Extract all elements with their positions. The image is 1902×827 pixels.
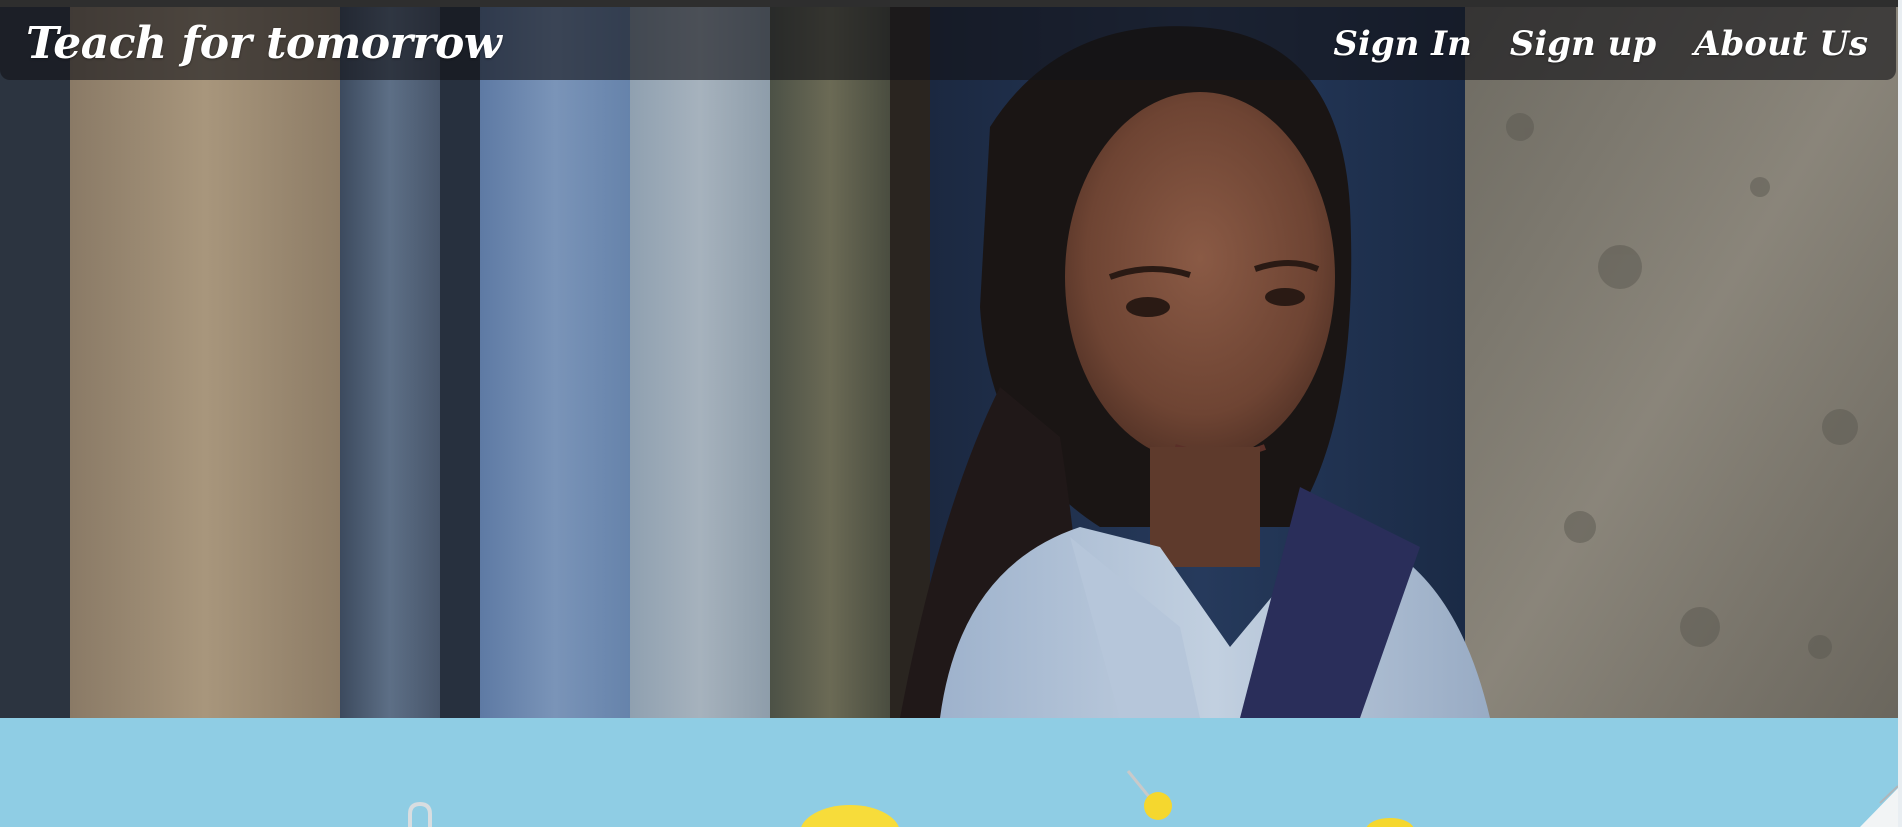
push-pin-icon (1144, 792, 1172, 820)
nav-links: Sign In Sign up About Us (1333, 24, 1868, 64)
about-us-link[interactable]: About Us (1694, 24, 1868, 64)
hero-section (0, 7, 1898, 718)
school-supplies-image (0, 718, 1898, 827)
page-right-edge (1898, 0, 1902, 827)
page: Teach for tomorrow Sign In Sign up About… (0, 0, 1902, 827)
sign-in-link[interactable]: Sign In (1333, 24, 1471, 64)
hero-image (0, 7, 1898, 718)
navbar: Teach for tomorrow Sign In Sign up About… (0, 7, 1896, 80)
school-supplies-section (0, 718, 1898, 827)
sign-up-link[interactable]: Sign up (1510, 24, 1656, 64)
browser-top-edge (0, 0, 1902, 7)
brand-logo-text[interactable]: Teach for tomorrow (26, 18, 502, 69)
